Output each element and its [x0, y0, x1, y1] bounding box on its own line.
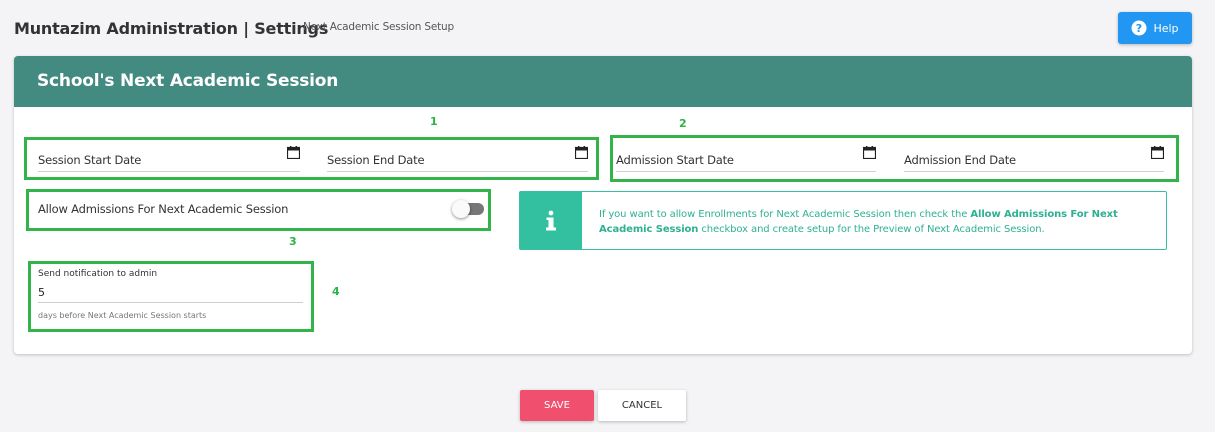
annotation-number-2: 2 — [679, 117, 687, 130]
admission-start-date-field[interactable]: Admission Start Date — [616, 138, 876, 172]
allow-admissions-label: Allow Admissions For Next Academic Sessi… — [38, 202, 289, 216]
card-header: School's Next Academic Session — [14, 56, 1192, 107]
app-title: Muntazim Administration | Settings — [14, 19, 329, 38]
notification-label: Send notification to admin — [38, 269, 158, 279]
info-icon — [546, 210, 556, 230]
info-message: If you want to allow Enrollments for Nex… — [599, 207, 1147, 237]
info-text-before: If you want to allow Enrollments for Nex… — [599, 209, 971, 220]
annotation-number-1: 1 — [430, 115, 438, 128]
help-button[interactable]: ? Help — [1118, 12, 1192, 44]
svg-text:?: ? — [1136, 22, 1142, 35]
session-start-date-field[interactable]: Session Start Date — [38, 138, 300, 172]
card-title: School's Next Academic Session — [37, 71, 339, 91]
admission-end-date-field[interactable]: Admission End Date — [904, 138, 1164, 172]
admission-end-date-label: Admission End Date — [904, 153, 1016, 167]
help-button-label: Help — [1153, 21, 1179, 35]
session-start-date-label: Session Start Date — [38, 153, 142, 167]
calendar-icon[interactable] — [575, 146, 588, 159]
calendar-icon[interactable] — [863, 146, 876, 159]
session-end-date-field[interactable]: Session End Date — [327, 138, 588, 172]
info-text-after: checkbox and create setup for the Previe… — [698, 224, 1045, 235]
breadcrumb: Next Academic Session Setup — [303, 21, 454, 33]
calendar-icon[interactable] — [1151, 146, 1164, 159]
toggle-knob — [452, 200, 470, 218]
session-end-date-label: Session End Date — [327, 153, 425, 167]
info-icon-panel — [520, 192, 582, 249]
top-bar: Muntazim Administration | Settings Next … — [0, 0, 1215, 56]
admission-start-date-label: Admission Start Date — [616, 153, 734, 167]
question-circle-icon: ? — [1131, 20, 1147, 36]
annotation-number-3: 3 — [289, 235, 297, 248]
cancel-button[interactable]: CANCEL — [598, 390, 686, 421]
allow-admissions-toggle[interactable] — [452, 200, 484, 218]
notification-hint: days before Next Academic Session starts — [38, 311, 207, 320]
annotation-number-4: 4 — [332, 285, 340, 298]
save-button[interactable]: SAVE — [520, 390, 594, 421]
notification-days-input[interactable] — [38, 283, 303, 303]
info-box: If you want to allow Enrollments for Nex… — [519, 191, 1167, 250]
calendar-icon[interactable] — [287, 146, 300, 159]
